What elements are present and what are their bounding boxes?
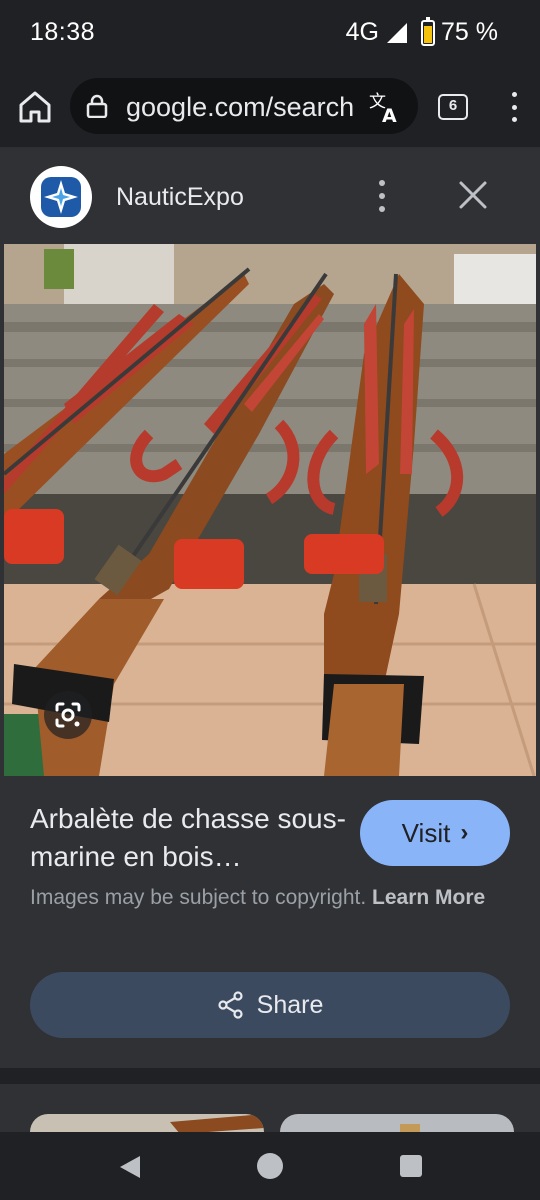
result-title[interactable]: Arbalète de chasse sous-marine en bois… bbox=[30, 800, 350, 876]
status-time: 18:38 bbox=[30, 18, 96, 46]
battery-icon bbox=[421, 16, 436, 46]
browser-toolbar: google.com/search 文 A 6 bbox=[0, 68, 540, 148]
url-text[interactable]: google.com/search bbox=[126, 92, 356, 123]
source-name[interactable]: NauticExpo bbox=[116, 183, 244, 212]
share-label: Share bbox=[256, 990, 324, 1019]
copyright-notice: Images may be subject to copyright. Lear… bbox=[30, 882, 500, 913]
copyright-text: Images may be subject to copyright. bbox=[30, 886, 367, 909]
home-icon[interactable] bbox=[16, 88, 54, 126]
result-image[interactable] bbox=[4, 244, 536, 776]
related-images bbox=[0, 1084, 540, 1132]
visit-button[interactable]: Visit › bbox=[360, 800, 510, 866]
source-header: NauticExpo bbox=[0, 148, 540, 244]
google-lens-icon[interactable] bbox=[44, 691, 92, 739]
share-button[interactable]: Share bbox=[30, 972, 510, 1038]
chevron-right-icon: › bbox=[460, 819, 469, 846]
back-icon[interactable] bbox=[118, 1154, 142, 1180]
image-preview-panel: NauticExpo Arbalète de chasse sous-marin… bbox=[0, 148, 540, 1068]
address-bar[interactable]: google.com/search 文 A bbox=[70, 78, 418, 134]
network-type: 4G bbox=[345, 18, 380, 46]
lock-icon[interactable] bbox=[86, 94, 108, 118]
learn-more-link[interactable]: Learn More bbox=[372, 886, 485, 909]
home-circle-icon[interactable] bbox=[257, 1153, 283, 1179]
battery-percent: 75 % bbox=[441, 18, 498, 46]
svg-text:A: A bbox=[382, 105, 397, 124]
share-icon bbox=[218, 991, 243, 1019]
system-navigation-bar bbox=[0, 1132, 540, 1200]
visit-label: Visit bbox=[401, 817, 451, 848]
nauticexpo-logo-icon[interactable] bbox=[30, 166, 92, 228]
signal-icon bbox=[387, 22, 408, 43]
recent-apps-icon[interactable] bbox=[400, 1155, 422, 1177]
close-icon[interactable] bbox=[456, 178, 490, 212]
browser-menu-icon[interactable] bbox=[502, 92, 526, 122]
more-vert-icon[interactable] bbox=[376, 180, 388, 212]
section-divider bbox=[0, 1068, 540, 1084]
related-image-thumbnail[interactable] bbox=[30, 1114, 264, 1132]
status-indicators: 4G 75 % bbox=[345, 16, 498, 47]
translate-icon[interactable]: 文 A bbox=[368, 90, 402, 124]
status-bar: 18:38 4G 75 % bbox=[0, 0, 540, 68]
related-image-thumbnail[interactable] bbox=[280, 1114, 514, 1132]
tab-switcher-button[interactable]: 6 bbox=[438, 94, 468, 120]
